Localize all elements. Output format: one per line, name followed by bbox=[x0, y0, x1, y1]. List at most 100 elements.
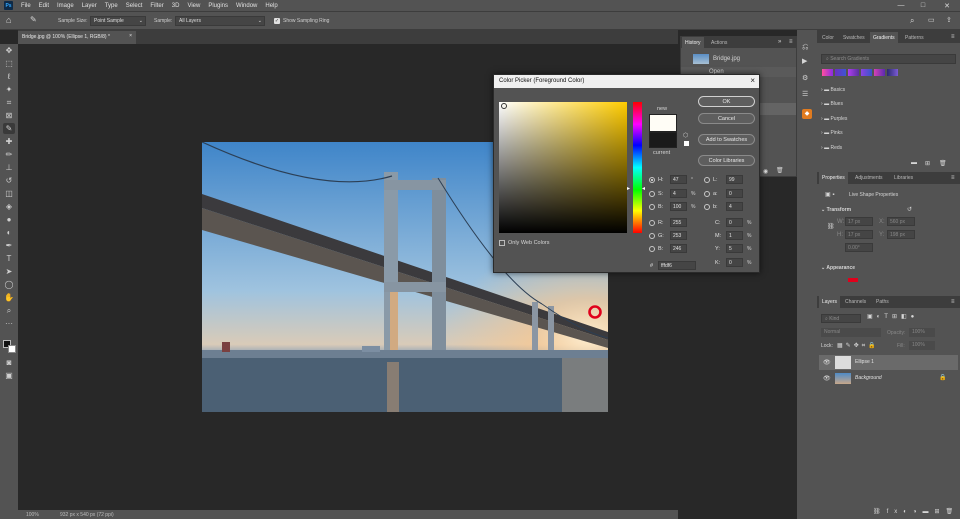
share-icon[interactable]: ⇪ bbox=[946, 16, 952, 24]
blue-input[interactable]: 246 bbox=[670, 244, 687, 253]
dodge-tool-icon[interactable]: ◐ bbox=[3, 227, 15, 238]
green-radio[interactable] bbox=[649, 233, 655, 239]
ellipse-tool-icon[interactable]: ◯ bbox=[3, 279, 15, 290]
gradient-folder[interactable]: › ▬ Basics bbox=[821, 87, 845, 93]
gradient-swatch[interactable] bbox=[887, 69, 898, 76]
menu-window[interactable]: Window bbox=[232, 3, 261, 9]
move-tool-icon[interactable]: ✥ bbox=[3, 45, 15, 56]
gradient-swatch[interactable] bbox=[874, 69, 885, 76]
menu-3d[interactable]: 3D bbox=[168, 3, 184, 9]
lock-icons[interactable]: ▦✎✥⌗🔒 bbox=[837, 342, 879, 350]
gradient-folder[interactable]: › ▬ Blues bbox=[821, 101, 843, 107]
eyedropper-tool-icon[interactable]: ✎ bbox=[30, 15, 37, 24]
tab-swatches[interactable]: Swatches bbox=[840, 32, 868, 44]
current-color-swatch[interactable] bbox=[649, 132, 677, 148]
black-input[interactable]: 0 bbox=[726, 258, 743, 267]
cyan-input[interactable]: 0 bbox=[726, 218, 743, 227]
magic-wand-tool-icon[interactable]: ✦ bbox=[3, 84, 15, 95]
hex-input[interactable]: fffdf6 bbox=[658, 261, 696, 270]
green-input[interactable]: 253 bbox=[670, 231, 687, 240]
layer-actions-icons[interactable]: ⛓fx◐◑▬⊞🗑 bbox=[873, 508, 959, 515]
height-input[interactable]: 17 px bbox=[845, 230, 873, 239]
menu-help[interactable]: Help bbox=[261, 3, 281, 9]
gradient-swatch[interactable] bbox=[835, 69, 846, 76]
3d-cube-icon[interactable]: ◆ bbox=[802, 109, 812, 119]
menu-edit[interactable]: Edit bbox=[35, 3, 53, 9]
brightness-radio[interactable] bbox=[649, 204, 655, 210]
stamp-tool-icon[interactable]: ⊥ bbox=[3, 162, 15, 173]
type-tool-icon[interactable]: T bbox=[3, 253, 15, 264]
gradient-folder[interactable]: › ▬ Reds bbox=[821, 145, 842, 151]
close-window-button[interactable]: ✕ bbox=[936, 0, 958, 11]
only-web-colors-checkbox[interactable] bbox=[499, 240, 505, 246]
history-snapshot[interactable]: Bridge.jpg bbox=[713, 56, 740, 62]
menu-file[interactable]: File bbox=[17, 3, 35, 9]
menu-layer[interactable]: Layer bbox=[78, 3, 101, 9]
tab-libraries[interactable]: Libraries bbox=[891, 172, 916, 184]
blend-mode-select[interactable]: Normal bbox=[821, 328, 881, 337]
layer-filter-select[interactable]: ⌕ Kind bbox=[821, 314, 861, 323]
transform-section[interactable]: ⌄ Transform bbox=[821, 207, 851, 213]
gradient-folder[interactable]: › ▬ Purples bbox=[821, 116, 847, 122]
workspace-icon[interactable]: ▭ bbox=[928, 16, 935, 24]
blue-radio[interactable] bbox=[649, 246, 655, 252]
eyedropper-icon[interactable]: ✎ bbox=[3, 123, 15, 134]
yellow-input[interactable]: 5 bbox=[726, 244, 743, 253]
l-input[interactable]: 99 bbox=[726, 175, 743, 184]
x-input[interactable]: 560 px bbox=[887, 217, 915, 226]
quick-mask-icon[interactable]: ◙ bbox=[3, 357, 15, 368]
opacity-input[interactable]: 100% bbox=[909, 328, 935, 337]
tab-layers[interactable]: Layers bbox=[819, 296, 841, 308]
panel-menu-icon[interactable]: ≡ bbox=[789, 39, 793, 45]
zoom-tool-icon[interactable]: ⌕ bbox=[3, 305, 15, 316]
gradient-search-input[interactable]: ⌕ Search Gradients bbox=[821, 54, 956, 64]
magenta-input[interactable]: 1 bbox=[726, 231, 743, 240]
tab-patterns[interactable]: Patterns bbox=[902, 32, 927, 44]
tab-paths[interactable]: Paths bbox=[873, 296, 892, 308]
trash-icon[interactable]: 🗑 bbox=[939, 160, 947, 167]
home-icon[interactable]: ⌂ bbox=[6, 15, 11, 25]
fill-input[interactable]: 100% bbox=[909, 341, 935, 350]
menu-type[interactable]: Type bbox=[101, 3, 122, 9]
b-lab-radio[interactable] bbox=[704, 204, 710, 210]
camera-icon[interactable]: ◉ bbox=[763, 168, 768, 175]
new-gradient-icon[interactable]: ⊞ bbox=[925, 160, 930, 167]
menu-select[interactable]: Select bbox=[122, 3, 147, 9]
width-input[interactable]: 17 px bbox=[845, 217, 873, 226]
layer-row[interactable]: 👁 Background 🔒 bbox=[819, 371, 958, 386]
hue-slider[interactable] bbox=[633, 102, 642, 233]
sample-select[interactable]: All Layers ⌄ bbox=[175, 16, 265, 26]
minimize-button[interactable]: — bbox=[890, 0, 912, 11]
saturation-input[interactable]: 4 bbox=[670, 189, 687, 198]
tab-gradients[interactable]: Gradients bbox=[870, 32, 898, 44]
cube-warning-icon[interactable]: ⬡ bbox=[683, 132, 688, 139]
sample-size-select[interactable]: Point Sample ⌄ bbox=[90, 16, 146, 26]
saturation-radio[interactable] bbox=[649, 191, 655, 197]
document-tab[interactable]: Bridge.jpg @ 100% (Ellipse 1, RGB/8) * × bbox=[18, 31, 136, 44]
tab-history[interactable]: History bbox=[682, 37, 704, 49]
zoom-level[interactable]: 100% bbox=[26, 512, 39, 518]
layer-name[interactable]: Background bbox=[855, 375, 882, 381]
y-input[interactable]: 198 px bbox=[887, 230, 915, 239]
path-selection-icon[interactable]: ➤ bbox=[3, 266, 15, 277]
brush-tool-icon[interactable]: ✏ bbox=[3, 149, 15, 160]
red-radio[interactable] bbox=[649, 220, 655, 226]
layer-row[interactable]: 👁 Ellipse 1 bbox=[819, 355, 958, 370]
tab-adjustments[interactable]: Adjustments bbox=[852, 172, 886, 184]
gradient-swatch[interactable] bbox=[848, 69, 859, 76]
more-tools-icon[interactable]: ··· bbox=[3, 318, 15, 329]
color-marker[interactable] bbox=[501, 103, 507, 109]
stroke-color-swatch[interactable] bbox=[848, 278, 858, 282]
screen-mode-icon[interactable]: ▣ bbox=[3, 370, 15, 381]
pen-tool-icon[interactable]: ✒ bbox=[3, 240, 15, 251]
reset-icon[interactable]: ↺ bbox=[907, 206, 912, 213]
menu-view[interactable]: View bbox=[183, 3, 204, 9]
link-icon[interactable]: ⛓ bbox=[827, 223, 835, 230]
hue-arrow-left-icon[interactable]: ▸ bbox=[627, 185, 630, 192]
maximize-button[interactable]: □ bbox=[912, 0, 934, 11]
close-tab-icon[interactable]: × bbox=[129, 33, 132, 39]
hue-arrow-right-icon[interactable]: ◂ bbox=[642, 185, 645, 192]
tab-color[interactable]: Color bbox=[819, 32, 837, 44]
paint-bucket-icon[interactable]: ◈ bbox=[3, 201, 15, 212]
hue-input[interactable]: 47 bbox=[670, 175, 687, 184]
